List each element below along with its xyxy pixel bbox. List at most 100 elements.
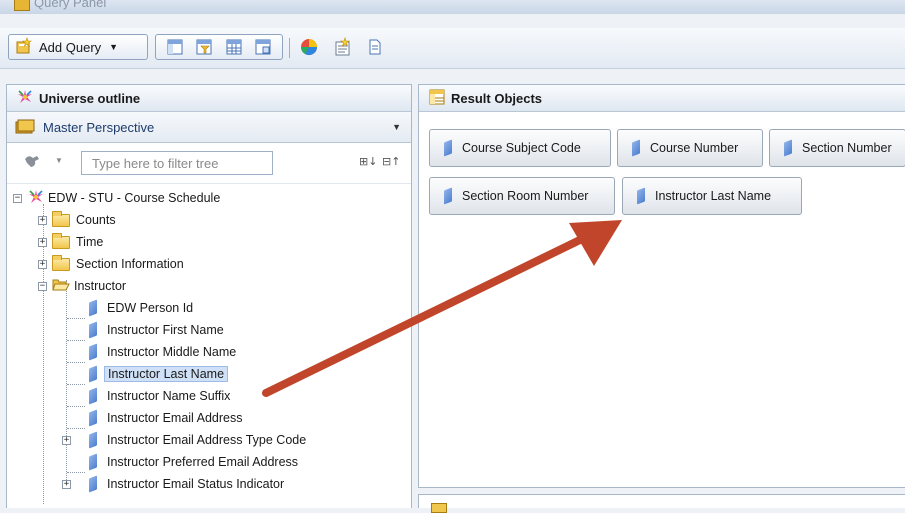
universe-outline-header: Universe outline <box>7 85 411 112</box>
dimension-icon <box>89 387 97 405</box>
query-panel-icon <box>14 0 30 11</box>
universe-icon <box>28 189 44 208</box>
dimension-icon <box>632 139 640 157</box>
tree-item-label: Instructor Email Address <box>107 411 243 425</box>
tree-folder-instructor[interactable]: − Instructor <box>38 276 126 296</box>
result-objects-icon <box>429 89 445 108</box>
filter-row: ▼ ⊞↓ ⊟↑ <box>7 143 411 184</box>
result-objects-header: Result Objects <box>419 85 905 112</box>
add-query-label: Add Query <box>39 39 102 55</box>
result-object-label: Instructor Last Name <box>655 189 772 203</box>
perspective-label: Master Perspective <box>43 119 155 135</box>
tree-item-label: Instructor Name Suffix <box>107 389 231 403</box>
tree-item-label: EDW Person Id <box>107 301 194 315</box>
open-folder-icon <box>52 277 70 295</box>
result-objects-panel[interactable]: Result Objects Course Subject Code Cours… <box>418 84 905 488</box>
query-properties-icon[interactable] <box>254 38 272 56</box>
filter-pane-icon[interactable] <box>195 38 213 56</box>
tree-item-selected[interactable]: Instructor Last Name <box>65 364 229 385</box>
result-object-label: Section Number <box>802 141 892 155</box>
tree-item-label: Instructor Email Status Indicator <box>107 477 285 491</box>
collapse-all-icon[interactable]: ⊟↑ <box>382 155 400 168</box>
view-toggle-group <box>155 34 283 60</box>
result-object-chip[interactable]: Instructor Last Name <box>622 177 802 215</box>
perspective-folder-icon <box>15 118 35 137</box>
data-preview-icon[interactable] <box>225 38 243 56</box>
expand-icon[interactable]: + <box>38 237 47 247</box>
tree-item-label: Instructor Last Name <box>104 366 229 382</box>
universe-outline-title: Universe outline <box>39 90 141 106</box>
collapse-icon[interactable]: − <box>13 193 22 203</box>
folder-label: Time <box>76 235 104 249</box>
expand-icon[interactable]: + <box>38 215 47 225</box>
folder-label: Section Information <box>76 257 184 271</box>
layout-panel-icon[interactable] <box>166 38 184 56</box>
object-type-filter-icon[interactable] <box>23 153 43 172</box>
query-filters-icon <box>431 503 447 513</box>
result-object-label: Course Number <box>650 141 739 155</box>
properties-icon[interactable] <box>332 36 354 58</box>
window-titlebar: Query Panel <box>0 0 905 14</box>
tree-root-label: EDW - STU - Course Schedule <box>48 191 221 205</box>
dimension-icon <box>89 343 97 361</box>
tree-root[interactable]: − EDW - STU - Course Schedule <box>13 188 220 208</box>
folder-icon <box>52 254 70 271</box>
tree-filter-input[interactable] <box>81 151 273 175</box>
chevron-down-icon[interactable]: ▼ <box>109 42 118 52</box>
tree-folder-time[interactable]: + Time <box>38 232 103 252</box>
perspective-selector[interactable]: Master Perspective ▼ <box>7 112 411 143</box>
tree-item[interactable]: Instructor Name Suffix <box>65 386 231 407</box>
folder-icon <box>52 232 70 249</box>
folder-label: Counts <box>76 213 116 227</box>
expand-icon[interactable]: + <box>38 259 47 269</box>
tree-item[interactable]: + Instructor Email Address Type Code <box>62 430 306 450</box>
dimension-icon <box>89 299 97 317</box>
chevron-down-icon[interactable]: ▼ <box>392 122 401 132</box>
dimension-icon <box>89 365 97 383</box>
tree-item[interactable]: Instructor First Name <box>65 320 224 341</box>
tree-item-label: Instructor Middle Name <box>107 345 237 359</box>
folder-icon <box>52 210 70 227</box>
dimension-icon <box>89 321 97 339</box>
query-filters-panel <box>418 494 905 513</box>
expand-icon[interactable]: + <box>62 435 71 445</box>
dimension-icon <box>89 431 97 449</box>
add-query-icon <box>15 36 33 58</box>
dimension-icon <box>444 139 452 157</box>
universe-icon <box>17 89 33 108</box>
expand-all-icon[interactable]: ⊞↓ <box>359 155 377 168</box>
dimension-icon <box>89 475 97 493</box>
collapse-icon[interactable]: − <box>38 281 47 291</box>
result-object-label: Section Room Number <box>462 189 589 203</box>
result-object-label: Course Subject Code <box>462 141 581 155</box>
result-object-chip[interactable]: Section Number <box>769 129 905 167</box>
tree-item-label: Instructor Preferred Email Address <box>107 455 299 469</box>
dimension-icon <box>89 453 97 471</box>
result-object-chip[interactable]: Course Number <box>617 129 763 167</box>
chevron-down-icon[interactable]: ▼ <box>55 156 63 165</box>
tree-item[interactable]: Instructor Preferred Email Address <box>65 452 299 473</box>
dimension-icon <box>637 187 645 205</box>
combined-query-icon[interactable] <box>298 36 320 58</box>
tree-folder-counts[interactable]: + Counts <box>38 210 116 230</box>
window-title: Query Panel <box>34 0 107 10</box>
folder-label: Instructor <box>74 279 127 293</box>
tree-folder-section-information[interactable]: + Section Information <box>38 254 184 274</box>
add-query-button[interactable]: Add Query ▼ <box>8 34 148 60</box>
tree-item[interactable]: EDW Person Id <box>65 298 194 319</box>
dimension-icon <box>89 409 97 427</box>
result-object-chip[interactable]: Section Room Number <box>429 177 615 215</box>
tree-item[interactable]: Instructor Middle Name <box>65 342 237 363</box>
toolbar-separator <box>289 38 290 58</box>
expand-icon[interactable]: + <box>62 479 71 489</box>
tree-item[interactable]: Instructor Email Address <box>65 408 243 429</box>
view-script-icon[interactable] <box>364 36 386 58</box>
tree-item-label: Instructor First Name <box>107 323 224 337</box>
result-objects-title: Result Objects <box>451 90 543 106</box>
tree-item-label: Instructor Email Address Type Code <box>107 433 307 447</box>
result-object-chip[interactable]: Course Subject Code <box>429 129 611 167</box>
tree-item[interactable]: + Instructor Email Status Indicator <box>62 474 284 494</box>
universe-outline-panel: Universe outline Master Perspective ▼ ▼ … <box>6 84 412 508</box>
toolbar: Add Query ▼ <box>0 28 905 69</box>
dimension-icon <box>444 187 452 205</box>
